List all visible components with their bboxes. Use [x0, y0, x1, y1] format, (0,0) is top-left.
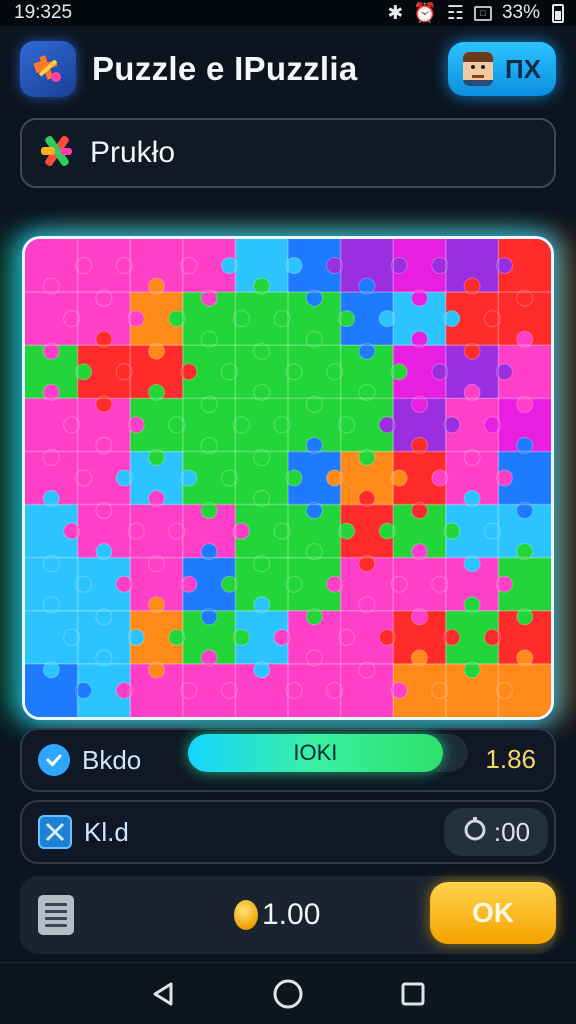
sim-icon: □ — [473, 5, 492, 21]
status-icons: ✱ ⏰ ☶ □ 33% — [387, 1, 564, 25]
puzzle-piece-icon[interactable] — [38, 815, 72, 849]
wifi-icon: ☶ — [446, 2, 464, 24]
progress-fill: IOKI — [188, 734, 443, 772]
coin-balance: 1.00 — [234, 898, 320, 932]
status-time: 19:325 — [14, 2, 73, 23]
puzzle-cross-icon[interactable] — [20, 41, 76, 97]
timer-row: Kl.d :00 — [20, 800, 556, 864]
app-title: Puzzle e IPuzzlia — [92, 50, 358, 87]
document-icon[interactable] — [38, 895, 74, 935]
battery-text: 33% — [501, 2, 540, 23]
progress-value: 1.86 — [485, 744, 536, 774]
coin-amount: 1.00 — [262, 898, 321, 931]
timer-value: :00 — [493, 816, 531, 847]
puzzle-grid[interactable] — [25, 239, 551, 717]
profile-label: ПX — [504, 53, 542, 84]
colorful-cross-icon — [38, 132, 76, 175]
timer-label: Kl.d — [84, 816, 129, 847]
puzzle-board[interactable] — [22, 236, 554, 720]
status-bar: 19:325 ✱ ⏰ ☶ □ 33% — [0, 0, 576, 26]
system-nav-bar — [0, 962, 576, 1024]
timer-display[interactable]: :00 — [444, 808, 548, 856]
bottom-action-bar: 1.00 OK — [20, 876, 556, 954]
circle-home-icon[interactable] — [268, 974, 308, 1014]
app-header: Puzzle e IPuzzlia ПX — [0, 26, 576, 112]
bluetooth-icon: ✱ — [387, 2, 404, 24]
search-input[interactable]: Prukło — [20, 118, 556, 188]
progress-row: Bkdo IOKI 1.86 — [20, 728, 556, 792]
progress-bar: IOKI — [188, 734, 468, 772]
profile-button[interactable]: ПX — [448, 42, 556, 96]
square-recent-icon[interactable] — [393, 974, 433, 1014]
ok-button[interactable]: OK — [430, 882, 556, 944]
search-text: Prukło — [90, 136, 176, 169]
battery-icon — [552, 3, 564, 23]
coin-icon — [234, 900, 258, 930]
triangle-back-icon[interactable] — [143, 974, 183, 1014]
check-icon — [38, 744, 70, 776]
alarm-icon: ⏰ — [413, 3, 437, 24]
progress-label: Bkdo — [82, 744, 142, 775]
stopwatch-icon — [462, 816, 488, 849]
avatar — [462, 52, 493, 86]
